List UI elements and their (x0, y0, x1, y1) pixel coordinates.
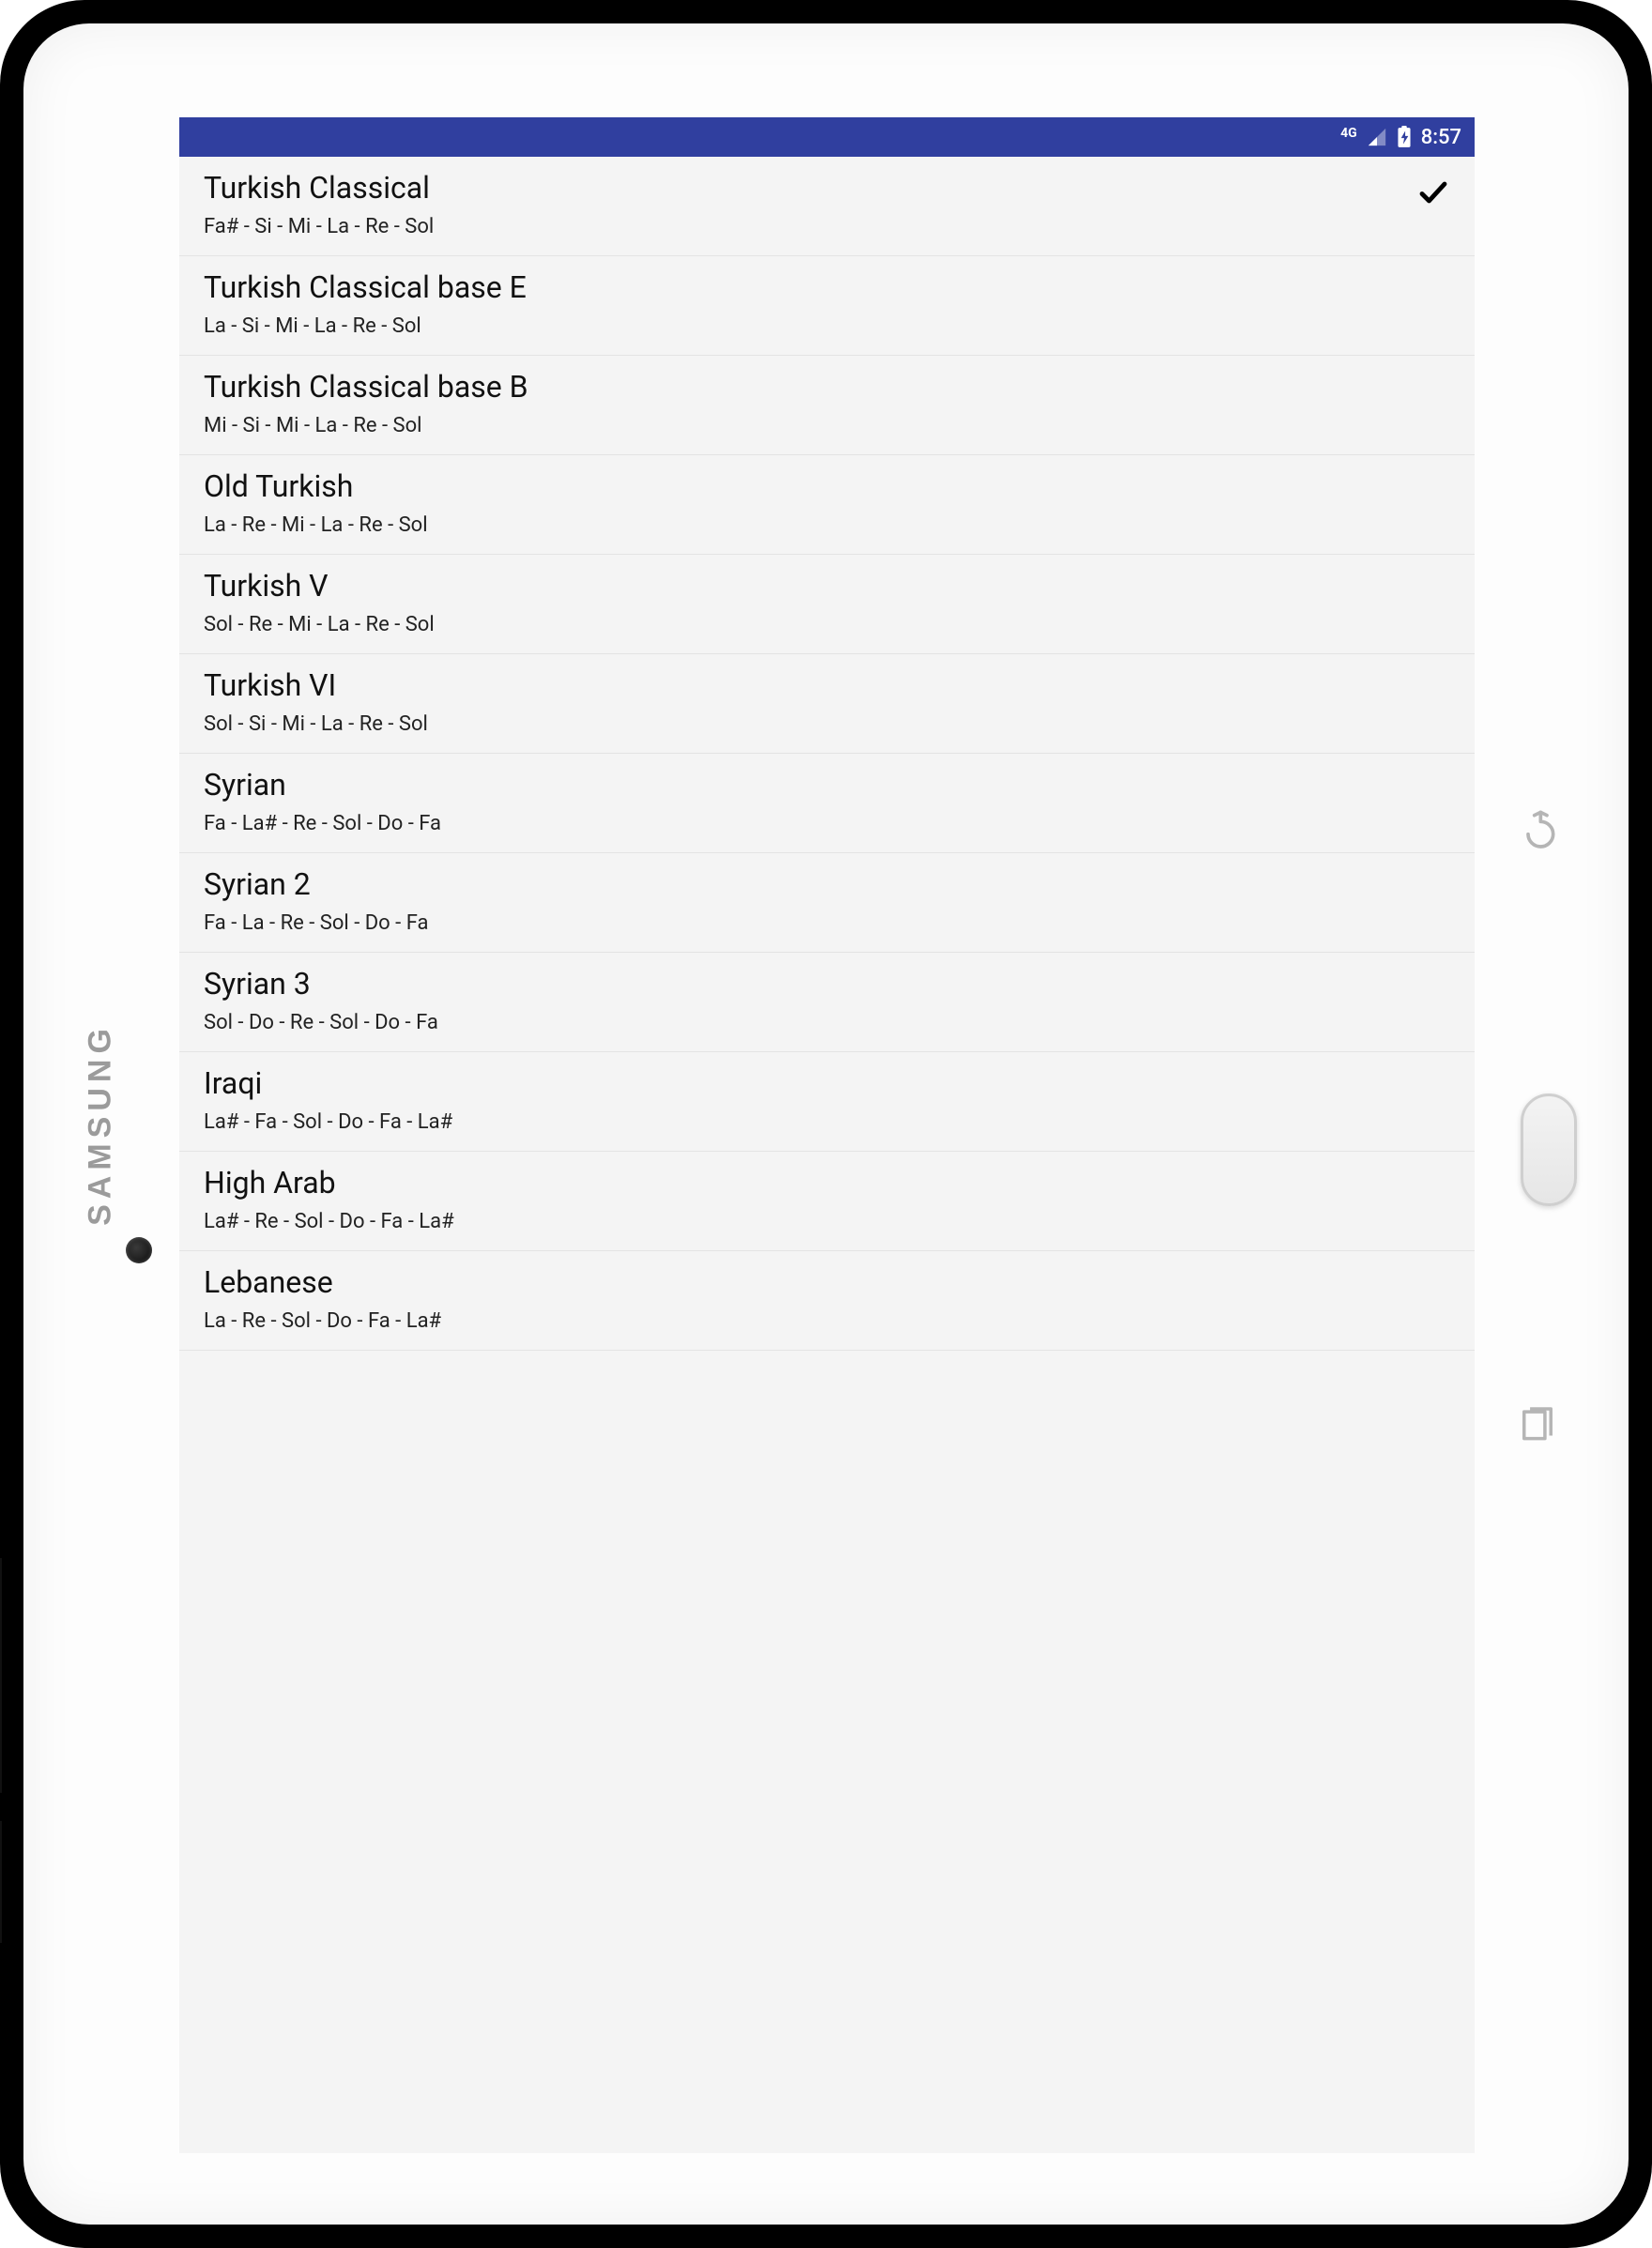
list-item[interactable]: Turkish Classical Fa# - Si - Mi - La - Re… (179, 157, 1475, 256)
back-icon (1519, 807, 1556, 849)
list-item-subtitle: Mi - Si - Mi - La - Re - Sol (204, 414, 528, 437)
hardware-volume (0, 1558, 2, 1793)
list-item-title: Turkish VI (204, 667, 428, 703)
screen: 4G 8:57 Turkish Classical Fa# - Si - Mi -… (179, 117, 1475, 2153)
list-item-subtitle: La# - Fa - Sol - Do - Fa - La# (204, 1110, 452, 1134)
list-item-title: Iraqi (204, 1065, 452, 1101)
list-item[interactable]: Syrian 2 Fa - La - Re - Sol - Do - Fa (179, 853, 1475, 953)
list-item-subtitle: Sol - Si - Mi - La - Re - Sol (204, 712, 428, 736)
list-item-title: High Arab (204, 1165, 454, 1200)
list-item-title: Turkish V (204, 568, 435, 604)
list-item-title: Old Turkish (204, 468, 428, 504)
clock: 8:57 (1421, 126, 1461, 149)
list-item[interactable]: Turkish Classical base E La - Si - Mi - L… (179, 256, 1475, 356)
brand-logo: SAMSUNG (83, 1023, 119, 1226)
network-type-label: 4G (1340, 127, 1357, 140)
list-item[interactable]: Old Turkish La - Re - Mi - La - Re - Sol (179, 455, 1475, 555)
cellular-signal-icon (1367, 127, 1387, 147)
list-item-title: Lebanese (204, 1264, 441, 1300)
list-item[interactable]: Syrian Fa - La# - Re - Sol - Do - Fa (179, 754, 1475, 853)
list-item[interactable]: Turkish Classical base B Mi - Si - Mi - L… (179, 356, 1475, 455)
list-item[interactable]: High Arab La# - Re - Sol - Do - Fa - La# (179, 1152, 1475, 1251)
tuning-list[interactable]: Turkish Classical Fa# - Si - Mi - La - Re… (179, 157, 1475, 1351)
list-item[interactable]: Turkish V Sol - Re - Mi - La - Re - Sol (179, 555, 1475, 654)
list-item[interactable]: Iraqi La# - Fa - Sol - Do - Fa - La# (179, 1052, 1475, 1152)
list-item-subtitle: La# - Re - Sol - Do - Fa - La# (204, 1210, 454, 1233)
recent-apps-icon (1520, 1407, 1555, 1446)
status-bar: 4G 8:57 (179, 117, 1475, 157)
tablet-frame: SAMSUNG 4G (0, 0, 1652, 2248)
list-item-subtitle: Sol - Re - Mi - La - Re - Sol (204, 613, 435, 636)
list-item[interactable]: Turkish VI Sol - Si - Mi - La - Re - Sol (179, 654, 1475, 754)
front-camera (126, 1237, 152, 1263)
list-item-title: Turkish Classical base B (204, 369, 528, 405)
list-item-subtitle: La - Si - Mi - La - Re - Sol (204, 314, 527, 338)
list-item[interactable]: Lebanese La - Re - Sol - Do - Fa - La# (179, 1251, 1475, 1351)
hardware-power (0, 1821, 2, 1943)
hardware-back-button[interactable] (1514, 804, 1561, 851)
hardware-home-button[interactable] (1521, 1093, 1577, 1206)
list-item-subtitle: La - Re - Sol - Do - Fa - La# (204, 1309, 441, 1333)
list-item-title: Turkish Classical (204, 170, 434, 206)
list-item-subtitle: Fa - La - Re - Sol - Do - Fa (204, 911, 428, 935)
list-item[interactable]: Syrian 3 Sol - Do - Re - Sol - Do - Fa (179, 953, 1475, 1052)
list-item-title: Turkish Classical base E (204, 269, 527, 305)
list-item-title: Syrian 3 (204, 966, 438, 1002)
list-item-subtitle: Fa# - Si - Mi - La - Re - Sol (204, 215, 434, 238)
list-item-title: Syrian (204, 767, 441, 803)
hardware-recent-button[interactable] (1514, 1403, 1561, 1450)
checkmark-icon (1416, 176, 1450, 213)
list-item-subtitle: Fa - La# - Re - Sol - Do - Fa (204, 812, 441, 835)
list-item-subtitle: La - Re - Mi - La - Re - Sol (204, 513, 428, 537)
list-item-title: Syrian 2 (204, 866, 428, 902)
list-item-subtitle: Sol - Do - Re - Sol - Do - Fa (204, 1011, 438, 1034)
battery-charging-icon (1397, 126, 1412, 148)
